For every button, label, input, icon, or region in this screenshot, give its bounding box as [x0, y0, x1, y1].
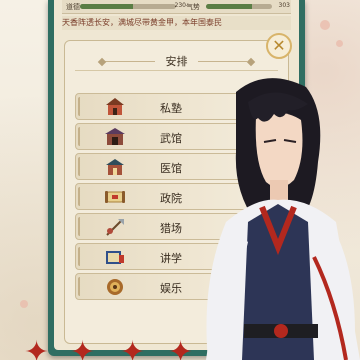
close-button[interactable]: ✕	[266, 33, 292, 59]
stat-track	[206, 4, 272, 9]
menu-item-label: 政院	[160, 192, 182, 205]
menu-item-label: 猎场	[160, 222, 182, 235]
stat-label: 道德	[66, 3, 80, 11]
title-divider	[198, 61, 248, 62]
hunting-weapon-icon	[106, 219, 124, 236]
character-illustration	[206, 78, 360, 360]
stat-morality: 道德 230	[66, 1, 186, 12]
stat-value: 303	[278, 2, 290, 9]
entertainment-icon	[107, 279, 123, 295]
blossom-decoration	[320, 20, 330, 30]
stat-momentum: 气势 303	[186, 1, 290, 12]
lecture-book-icon	[106, 251, 124, 264]
stat-fill	[206, 4, 253, 9]
menu-item-label: 武馆	[160, 132, 182, 145]
row-cap	[78, 187, 84, 206]
row-cap	[78, 97, 84, 116]
school-building-icon	[106, 98, 124, 115]
row-cap	[78, 247, 84, 266]
stats-bar: 道德 230 气势 303	[62, 0, 291, 14]
menu-item-label: 私塾	[160, 102, 182, 115]
stat-track	[80, 4, 176, 9]
menu-item-label: 讲学	[160, 252, 182, 265]
menu-item-label: 娱乐	[160, 282, 182, 295]
row-cap	[78, 277, 84, 296]
row-cap	[78, 217, 84, 236]
row-cap	[78, 157, 84, 176]
martial-hall-icon	[105, 128, 125, 145]
stat-fill	[80, 4, 133, 9]
stat-label: 气势	[186, 3, 200, 11]
blossom-decoration	[20, 300, 28, 308]
menu-item-label: 医馆	[160, 162, 182, 175]
news-ticker: 天香阵透长安，满城尽带黄金甲，本年国泰民	[62, 16, 291, 30]
row-cap	[78, 127, 84, 146]
close-icon: ✕	[272, 36, 286, 55]
dialog-header: 安排 ✕	[75, 33, 292, 71]
title-brush-lettering: ✦ ✦ ✦ ✦	[24, 335, 194, 360]
clinic-icon	[106, 159, 124, 175]
stat-value: 230	[174, 2, 186, 9]
scroll-icon	[105, 191, 125, 203]
blossom-decoration	[336, 40, 343, 47]
